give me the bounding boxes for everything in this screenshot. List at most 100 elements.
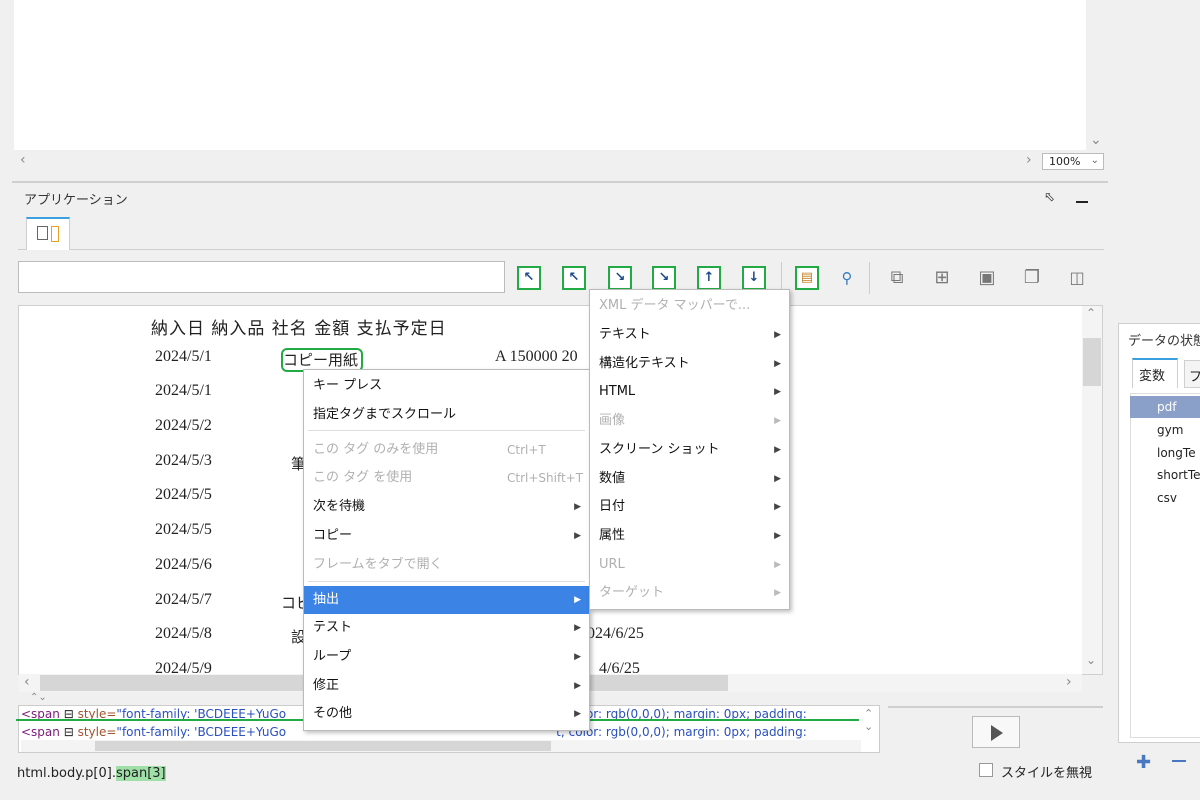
tab-variables[interactable]: 変数 (1132, 358, 1178, 388)
menu-shortcut: Ctrl+Shift+T (507, 471, 584, 485)
submenu-item: ターゲット ▶ (590, 579, 789, 607)
variable-item[interactable]: longTe (1130, 442, 1200, 464)
tab-second[interactable]: フ (1184, 360, 1200, 388)
menu-item[interactable]: ループ ▶ (304, 643, 589, 671)
submenu-arrow-icon: ▶ (574, 595, 581, 605)
panel-divider (888, 706, 1103, 708)
collapse-up-icon[interactable]: ⌃⌄ (30, 692, 47, 703)
submenu-item[interactable]: 構造化テキスト ▶ (590, 350, 789, 378)
tab-document[interactable] (26, 217, 70, 250)
variable-item[interactable]: csv (1130, 487, 1200, 509)
variable-item[interactable]: shortTe (1130, 464, 1200, 486)
submenu-arrow-icon: ▶ (574, 652, 581, 662)
source-value: t; color: rgb(0,0,0); margin: 0px; paddi… (556, 725, 807, 739)
scroll-left-icon[interactable]: ‹ (20, 152, 26, 168)
row-date: 2024/5/2 (155, 417, 212, 434)
vertical-scroll-thumb[interactable] (1083, 338, 1101, 386)
submenu-item[interactable]: HTML ▶ (590, 378, 789, 406)
menu-item[interactable]: 次を待機 ▶ (304, 493, 589, 521)
run-button[interactable] (972, 716, 1020, 748)
window-add-icon[interactable]: ⊞ (927, 264, 957, 292)
window-export-icon[interactable]: ⧉ (882, 264, 912, 292)
move-up-icon[interactable]: ↑ (697, 266, 721, 290)
select-previous-icon[interactable]: ↖ (562, 266, 586, 290)
submenu-arrow-icon: ▶ (774, 588, 781, 598)
page-icon (51, 226, 59, 242)
submenu-item[interactable]: 日付 ▶ (590, 493, 789, 521)
row-date: 2024/5/3 (155, 452, 212, 469)
breadcrumb-current[interactable]: span[3] (115, 766, 166, 781)
ignore-style-label: スタイルを無視 (1001, 766, 1093, 781)
menu-separator (308, 581, 585, 582)
submenu-item[interactable]: スクリーン ショット ▶ (590, 436, 789, 464)
menu-item-label: フレームをタブで開く (313, 557, 443, 572)
menu-item[interactable]: その他 ▶ (304, 700, 589, 728)
source-attr: style= (77, 725, 117, 739)
menu-item-label: キー プレス (313, 378, 383, 393)
menu-item[interactable]: 抽出 ▶ (304, 586, 589, 614)
document-icon (37, 226, 48, 240)
move-down-icon[interactable]: ↓ (742, 266, 766, 290)
submenu-item[interactable]: テキスト ▶ (590, 321, 789, 349)
maximize-icon[interactable]: ⬁ (1044, 190, 1055, 205)
select-child-icon[interactable]: ↘ (652, 266, 676, 290)
document-header: 納入日 納入品 社名 金額 支払予定日 (151, 319, 447, 339)
selector-input[interactable] (18, 261, 505, 293)
submenu-item: XML データ マッパーで... (590, 292, 789, 320)
submenu-arrow-icon: ▶ (574, 531, 581, 541)
data-panel-title: データの状態 (1128, 334, 1200, 349)
row-date: 2024/5/1 (155, 348, 212, 365)
menu-item[interactable]: 指定タグまでスクロール (304, 401, 589, 429)
menu-item[interactable]: キー プレス (304, 372, 589, 400)
zoom-select[interactable]: 100% ⌄ (1042, 153, 1104, 170)
menu-item[interactable]: コピー ▶ (304, 522, 589, 550)
scroll-left-icon[interactable]: ‹ (24, 674, 30, 690)
submenu-arrow-icon: ▶ (574, 623, 581, 633)
variable-item[interactable]: gym (1130, 419, 1200, 441)
source-value: "font-family: 'BCDEEE+YuGo (116, 725, 287, 739)
submenu-item-label: 数値 (599, 471, 626, 486)
tab-strip-line (18, 249, 1104, 250)
scroll-down-icon[interactable]: ⌄ (1086, 653, 1096, 667)
menu-item-label: その他 (313, 706, 353, 721)
ignore-style-checkbox[interactable] (979, 763, 993, 777)
panel-divider[interactable] (12, 181, 1108, 183)
submenu-arrow-icon: ▶ (574, 709, 581, 719)
variable-item[interactable]: pdf (1130, 396, 1200, 418)
scroll-right-icon[interactable]: › (1026, 152, 1032, 168)
submenu-item-label: テキスト (599, 327, 651, 342)
row-tail: 4/6/25 (599, 660, 640, 675)
menu-item-label: ループ (313, 649, 352, 664)
select-next-icon[interactable]: ↘ (608, 266, 632, 290)
row-date: 2024/5/8 (155, 625, 212, 642)
menu-item: フレームをタブで開く (304, 551, 589, 579)
minimize-icon[interactable] (1076, 201, 1088, 203)
scroll-up-icon[interactable]: ⌃ (1086, 306, 1096, 320)
submenu-arrow-icon: ▶ (774, 359, 781, 369)
menu-item[interactable]: 修正 ▶ (304, 672, 589, 700)
add-variable-icon[interactable]: ✚ (1136, 752, 1151, 773)
menu-item[interactable]: テスト ▶ (304, 614, 589, 642)
row-date: 2024/5/9 (155, 660, 212, 675)
scroll-right-icon[interactable]: › (1066, 674, 1072, 690)
row-date: 2024/5/5 (155, 486, 212, 503)
window-up-icon[interactable]: ▣ (972, 264, 1002, 292)
submenu-item: URL ▶ (590, 551, 789, 579)
scroll-down-icon[interactable]: ⌄ (1090, 132, 1102, 148)
menu-item-label: 指定タグまでスクロール (313, 407, 457, 422)
window-stack-icon[interactable]: ❐ (1017, 264, 1047, 292)
remove-variable-icon[interactable] (1172, 760, 1186, 762)
menu-item-label: テスト (313, 620, 353, 635)
play-icon (991, 725, 1003, 741)
source-scroll-icon[interactable]: ⌃ ⌄ (864, 707, 873, 733)
submenu-arrow-icon: ▶ (774, 474, 781, 484)
breadcrumb-path: html.body.p[0]. (17, 766, 116, 781)
menu-item-label: 修正 (313, 678, 340, 693)
clipboard-icon[interactable]: ▤ (795, 266, 819, 290)
submenu-item[interactable]: 属性 ▶ (590, 522, 789, 550)
submenu-item[interactable]: 数値 ▶ (590, 465, 789, 493)
select-parent-icon[interactable]: ↖ (517, 266, 541, 290)
window-search-icon[interactable]: ◫ (1062, 264, 1092, 292)
source-hscroll-thumb[interactable] (95, 741, 551, 751)
magnifier-icon[interactable]: ⚲ (832, 264, 862, 292)
